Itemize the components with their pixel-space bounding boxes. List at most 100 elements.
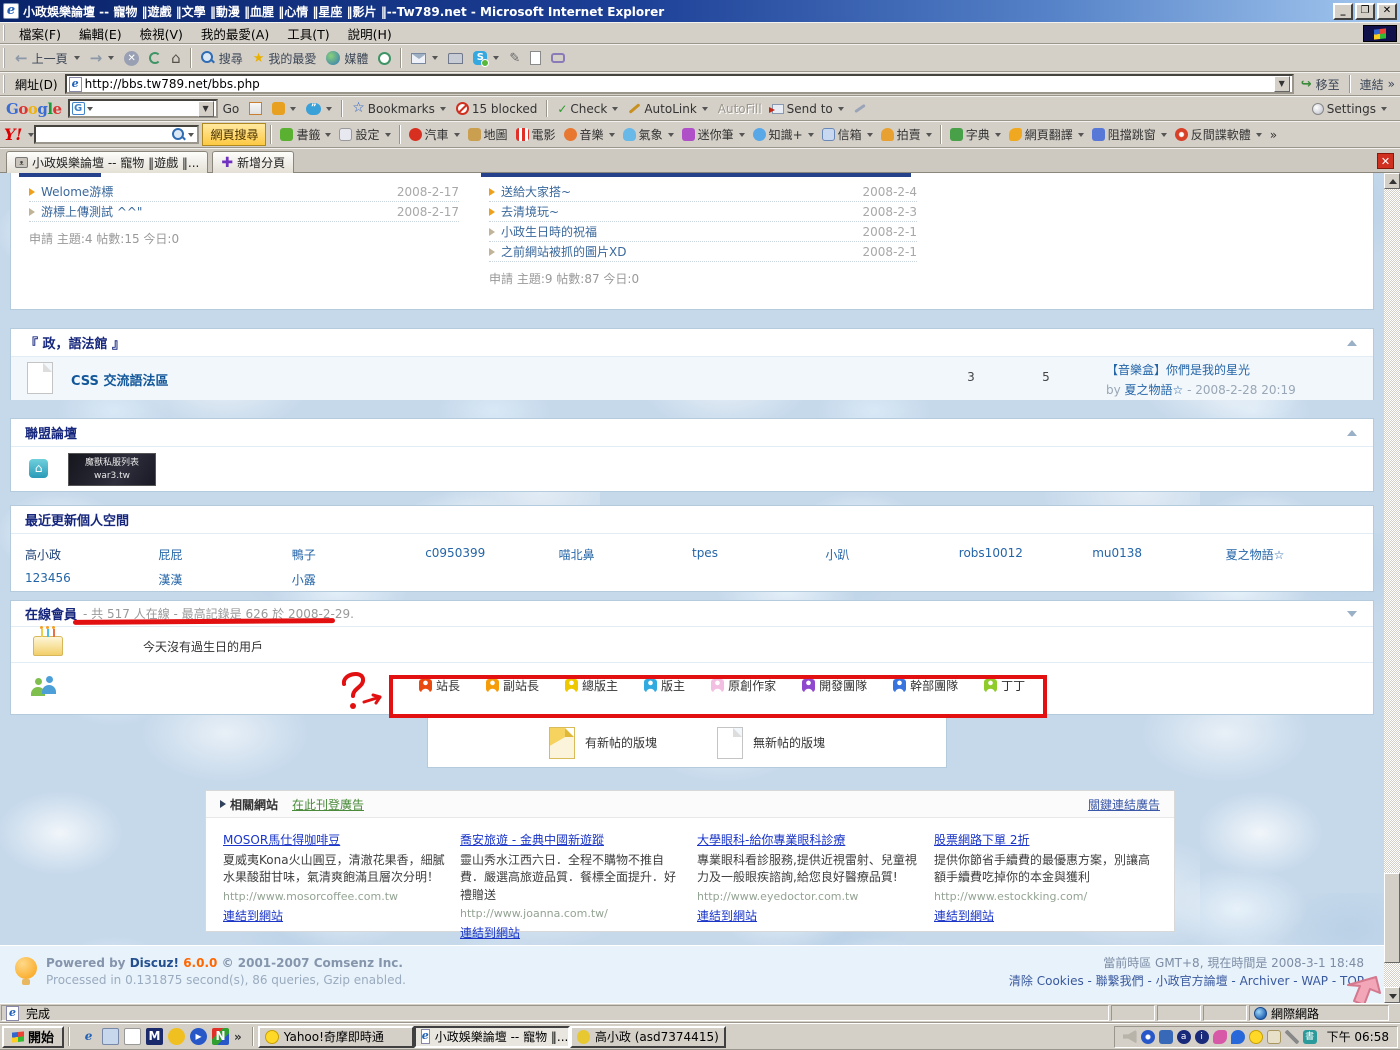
yahoo-movies-button[interactable]: 電影: [512, 124, 560, 145]
menu-tools[interactable]: 工具(T): [278, 22, 338, 45]
a-tray-icon[interactable]: a: [1177, 1030, 1191, 1044]
yahoo-web-search-button[interactable]: 網頁搜尋: [202, 123, 266, 146]
tab-new[interactable]: ✚ 新增分頁: [212, 151, 294, 173]
yahoo-mailbox-button[interactable]: 信箱: [818, 124, 877, 145]
back-button[interactable]: ← 上一頁: [10, 48, 85, 69]
radio-icon[interactable]: [1141, 1030, 1155, 1044]
edit-button[interactable]: ✎: [504, 49, 525, 68]
task-user-chat[interactable]: 高小政 (asd7374415): [570, 1026, 726, 1048]
google-news-button[interactable]: [244, 100, 267, 117]
user-link[interactable]: robs10012: [959, 546, 1092, 563]
smiley-tray-icon[interactable]: [1249, 1030, 1263, 1044]
user-link[interactable]: 小露: [292, 571, 425, 588]
yahoo-dictionary-button[interactable]: 字典: [946, 124, 1005, 145]
forum-link[interactable]: CSS 交流語法區: [71, 370, 168, 389]
stop-button[interactable]: ✕: [119, 49, 144, 68]
keyword-ads-link[interactable]: 關鍵連結廣告: [1088, 796, 1160, 813]
ad-visit-link[interactable]: 連結到網站: [934, 909, 994, 923]
user-link[interactable]: 屁屁: [158, 546, 291, 563]
topic-link[interactable]: 去清境玩~: [501, 203, 863, 220]
media-button[interactable]: 媒體: [321, 48, 373, 69]
last-post-link[interactable]: 【音樂盒】你們是我的星光: [1106, 363, 1250, 377]
discuss-button[interactable]: [546, 51, 570, 65]
home-button[interactable]: ⌂: [166, 49, 186, 68]
media-player-icon[interactable]: ▸: [190, 1028, 207, 1045]
address-field[interactable]: e ▼: [65, 74, 1294, 94]
notepad-quicklaunch-icon[interactable]: [124, 1028, 141, 1045]
user-link[interactable]: 喵北鼻: [559, 546, 692, 563]
quicklaunch-more-icon[interactable]: »: [234, 1030, 242, 1044]
yahoo-logo[interactable]: Y!: [0, 125, 26, 144]
footer-links[interactable]: 清除 Cookies - 聯繫我們 - 小政官方論壇 - Archiver - …: [1009, 972, 1364, 989]
google-search-input[interactable]: [93, 102, 198, 116]
vertical-scrollbar[interactable]: [1384, 173, 1400, 1003]
start-button[interactable]: 開始: [2, 1026, 64, 1048]
network-icon[interactable]: [1159, 1030, 1173, 1044]
mail-button[interactable]: [406, 51, 443, 66]
print-button[interactable]: [443, 51, 468, 66]
yahoo-overflow-button[interactable]: »: [1266, 126, 1281, 144]
mail-tray-icon[interactable]: [1267, 1030, 1281, 1044]
yahoo-popup-block-button[interactable]: 阻擋跳窗: [1088, 124, 1171, 145]
messenger-dropdown-icon[interactable]: [493, 56, 499, 60]
last-post-author[interactable]: 夏之物語☆: [1125, 383, 1184, 397]
yahoo-auction-button[interactable]: 拍賣: [877, 124, 936, 145]
user-link[interactable]: 鴨子: [292, 546, 425, 563]
links-more-icon[interactable]: »: [1388, 77, 1395, 91]
yahoo-translate-button[interactable]: 網頁翻譯: [1005, 124, 1088, 145]
menu-file[interactable]: 檔案(F): [10, 22, 70, 45]
google-addons-button[interactable]: [267, 100, 301, 117]
links-label[interactable]: 連結 »: [1355, 74, 1400, 95]
topic-link[interactable]: 之前網站被抓的圖片XD: [501, 243, 863, 260]
ad-visit-link[interactable]: 連結到網站: [697, 909, 757, 923]
yahoo-bookmarks-button[interactable]: 書籤: [276, 124, 335, 145]
ad-visit-link[interactable]: 連結到網站: [223, 909, 283, 923]
yahoo-settings-button[interactable]: 設定: [335, 124, 394, 145]
yahoo-antispyware-button[interactable]: 反間諜軟體: [1171, 124, 1266, 145]
collapse-icon[interactable]: [1347, 611, 1357, 617]
google-bookmarks-button[interactable]: ☆Bookmarks: [347, 100, 451, 118]
ad-title-link[interactable]: 喬安旅遊 - 金典中國新遊蹤: [460, 831, 686, 848]
favorites-button[interactable]: ★我的最愛: [248, 48, 322, 69]
user-link[interactable]: 漢漢: [158, 571, 291, 588]
topic-link[interactable]: 送給大家搭~: [501, 183, 863, 200]
google-combo-dropdown-icon[interactable]: ▼: [198, 101, 214, 117]
pen-tray-icon[interactable]: [1285, 1030, 1299, 1044]
go-button[interactable]: ↪ 移至: [1296, 74, 1345, 95]
google-comment-button[interactable]: ”: [301, 101, 337, 117]
ime-icon[interactable]: 書: [1303, 1030, 1317, 1044]
google-highlight-button[interactable]: [849, 105, 871, 112]
publish-ad-link[interactable]: 在此刊登廣告: [292, 796, 364, 813]
topic-link[interactable]: Welome游標: [41, 183, 397, 200]
ad-title-link[interactable]: 股票網路下單 2折: [934, 831, 1160, 848]
menu-favorites[interactable]: 我的最愛(A): [192, 22, 278, 45]
yahoo-minipen-button[interactable]: 迷你筆: [678, 124, 749, 145]
user-link[interactable]: tpes: [692, 546, 825, 563]
mail-dropdown-icon[interactable]: [432, 56, 438, 60]
yahoo-weather-button[interactable]: 氣象: [619, 124, 678, 145]
user-link[interactable]: c0950399: [425, 546, 558, 563]
forward-dropdown-icon[interactable]: [108, 56, 114, 60]
user-link[interactable]: mu0138: [1092, 546, 1225, 563]
messenger-tray-icon[interactable]: [1231, 1030, 1245, 1044]
scroll-up-icon[interactable]: [1384, 173, 1400, 189]
volume-icon[interactable]: [1123, 1030, 1137, 1044]
task-yahoo-messenger[interactable]: Yahoo!奇摩即時通: [258, 1026, 414, 1048]
yahoo-search-box[interactable]: [34, 125, 199, 144]
alert-tray-icon[interactable]: [1213, 1030, 1227, 1044]
task-forum-window[interactable]: e 小政娛樂論壇 -- 寵物 ‖...: [414, 1026, 570, 1048]
menu-grip[interactable]: [3, 25, 7, 41]
ad-title-link[interactable]: MOSOR馬仕得咖啡豆: [223, 831, 449, 848]
ad-title-link[interactable]: 大學眼科-給你專業眼科診療: [697, 831, 923, 848]
yahoo-music-button[interactable]: 音樂: [560, 124, 619, 145]
n-logo-icon[interactable]: N: [212, 1028, 229, 1045]
alliance-banner[interactable]: 魔獸私服列表 war3.tw: [68, 453, 156, 486]
collapse-icon[interactable]: [1347, 430, 1357, 436]
search-button[interactable]: 搜尋: [196, 48, 248, 69]
tab-forum[interactable]: ᴥ 小政娛樂論壇 -- 寵物 ‖遊戲 ‖...: [6, 151, 208, 173]
mail-quicklaunch-icon[interactable]: [102, 1028, 119, 1045]
i-tray-icon[interactable]: i: [1195, 1030, 1209, 1044]
ad-visit-link[interactable]: 連結到網站: [460, 926, 520, 940]
google-sendto-button[interactable]: Send to: [767, 100, 849, 118]
toolbar-grip[interactable]: [3, 48, 7, 69]
